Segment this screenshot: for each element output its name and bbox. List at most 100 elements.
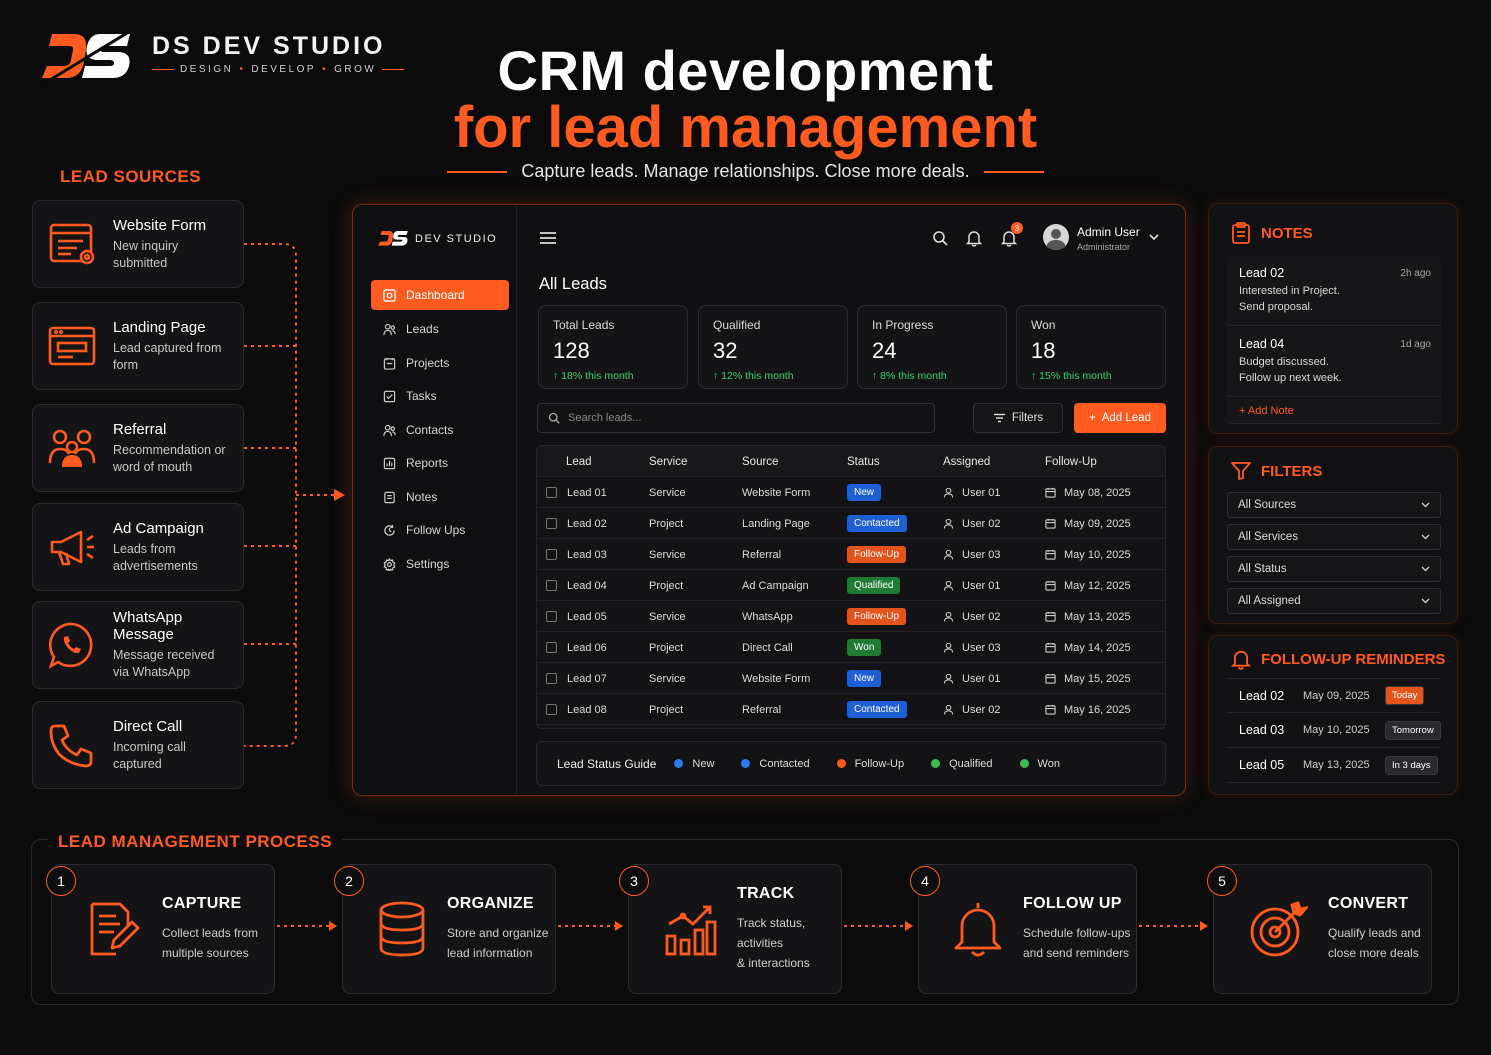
status-badge: New [847,670,882,687]
dashboard-sidebar: DEV STUDIO Dashboard Leads Projects Task… [353,205,517,795]
status-guide-item: Qualified [931,758,993,770]
lead-followup-date: May 15, 2025 [1064,672,1131,685]
nav-reports[interactable]: Reports [371,448,509,478]
source-card-landing-page[interactable]: Landing Page Lead captured from form [32,302,244,390]
nav-dashboard[interactable]: Dashboard [371,280,509,310]
search-leads-input[interactable]: Search leads... [537,403,935,433]
lead-name: Lead 08 [567,703,607,716]
user-icon [943,704,954,715]
reminder-item[interactable]: Lead 03 May 10, 2025 Tomorrow [1227,713,1441,748]
row-checkbox[interactable] [546,704,557,715]
table-row[interactable]: Lead 03 Service Referral Follow-Up User 03 Ma… [537,539,1165,570]
nav-tasks[interactable]: Tasks [371,381,509,411]
status-guide-item: Won [1019,758,1060,770]
landing-page-icon [47,321,97,371]
nav-follow-ups[interactable]: Follow Ups [371,515,509,545]
row-checkbox[interactable] [546,642,557,653]
filters-button[interactable]: Filters [973,403,1063,433]
plus-icon: + [1089,412,1096,424]
status-badge: Contacted [847,701,907,718]
lead-source: Referral [742,703,782,716]
lead-sources-title: LEAD SOURCES [60,167,202,186]
add-lead-button[interactable]: + Add Lead [1074,403,1166,433]
source-card-whatsapp[interactable]: WhatsApp Message Message received via Wha… [32,601,244,689]
row-checkbox[interactable] [546,549,557,560]
chevron-down-icon[interactable] [1149,233,1159,241]
source-card-referral[interactable]: Referral Recommendation or word of mouth [32,404,244,492]
lead-assigned: User 02 [962,517,1001,530]
calendar-icon [1045,704,1056,715]
calendar-icon [1045,673,1056,684]
nav-contacts[interactable]: Contacts [371,415,509,445]
people-icon [47,423,97,473]
projects-icon [383,357,396,370]
table-row[interactable]: Lead 02 Project Landing Page Contacted User … [537,508,1165,539]
lead-assigned: User 01 [962,486,1001,499]
table-row[interactable]: Lead 08 Project Referral Contacted User 02 Ma… [537,694,1165,725]
row-checkbox[interactable] [546,673,557,684]
calendar-icon [1045,611,1056,622]
row-checkbox[interactable] [546,487,557,498]
add-note-button[interactable]: + Add Note [1227,398,1441,424]
calendar-icon [1045,642,1056,653]
source-card-direct-call[interactable]: Direct Call Incoming call captured [32,701,244,789]
lead-assigned: User 02 [962,610,1001,623]
lead-name: Lead 05 [567,610,607,623]
hero-subtitle: Capture leads. Manage relationships. Clo… [0,161,1491,182]
row-checkbox[interactable] [546,611,557,622]
row-checkbox[interactable] [546,580,557,591]
status-dot [741,759,751,768]
filters-panel: FILTERS All Sources All Services All Sta… [1208,446,1458,624]
chevron-down-icon [1421,502,1430,508]
table-row[interactable]: Lead 07 Service Website Form New User 01 May … [537,663,1165,694]
lead-followup-date: May 16, 2025 [1064,703,1131,716]
crm-dashboard: DEV STUDIO Dashboard Leads Projects Task… [352,204,1186,796]
nav-settings[interactable]: Settings [371,549,509,579]
whatsapp-icon [47,620,97,670]
hamburger-menu-icon[interactable] [539,231,557,245]
table-row[interactable]: Lead 06 Project Direct Call Won User 03 May 1… [537,632,1165,663]
lead-followup-date: May 09, 2025 [1064,517,1131,530]
nav-notes[interactable]: Notes [371,482,509,512]
avatar[interactable] [1043,224,1069,250]
notes-icon [383,491,396,504]
source-card-ad-campaign[interactable]: Ad Campaign Leads from advertisements [32,503,244,591]
lead-followup-date: May 12, 2025 [1064,579,1131,592]
lead-source: Website Form [742,672,811,685]
notes-panel: NOTES Lead 02 Interested in Project. Sen… [1208,203,1458,434]
select-services[interactable]: All Services [1227,524,1441,550]
note-item[interactable]: Lead 04 Budget discussed. Follow up next… [1227,327,1441,397]
user-icon [943,611,954,622]
select-sources[interactable]: All Sources [1227,492,1441,518]
select-assigned[interactable]: All Assigned [1227,588,1441,614]
capture-icon [86,900,142,958]
lead-service: Project [649,517,684,530]
note-item[interactable]: Lead 02 Interested in Project. Send prop… [1227,256,1441,326]
lead-followup-date: May 10, 2025 [1064,548,1131,561]
nav-projects[interactable]: Projects [371,348,509,378]
step-number: 5 [1207,866,1237,896]
nav-leads[interactable]: Leads [371,314,509,344]
lead-name: Lead 02 [567,517,607,530]
row-checkbox[interactable] [546,518,557,529]
bell-icon[interactable] [966,229,982,247]
search-icon[interactable] [932,230,948,246]
table-row[interactable]: Lead 04 Project Ad Campaign Qualified User 0… [537,570,1165,601]
select-status[interactable]: All Status [1227,556,1441,582]
chevron-down-icon [1421,598,1430,604]
step-number: 1 [46,866,76,896]
user-icon [943,673,954,684]
table-row[interactable]: Lead 01 Service Website Form New User 01 May … [537,477,1165,508]
status-guide-item: New [674,758,714,770]
step-number: 2 [334,866,364,896]
lead-status-guide: Lead Status Guide New Contacted Follow-Up Q… [536,741,1166,786]
status-badge: Won [847,639,882,656]
reminder-item[interactable]: Lead 05 May 13, 2025 In 3 days [1227,748,1441,783]
process-step-capture: CAPTURE Collect leads from multiple source… [51,864,275,994]
reminder-item[interactable]: Lead 02 May 09, 2025 Today [1227,678,1441,713]
calendar-icon [1045,487,1056,498]
lead-assigned: User 03 [962,641,1001,654]
lead-source: WhatsApp [742,610,793,623]
table-row[interactable]: Lead 05 Service WhatsApp Follow-Up User 02 Ma… [537,601,1165,632]
source-card-website-form[interactable]: Website Form New inquiry submitted [32,200,244,288]
